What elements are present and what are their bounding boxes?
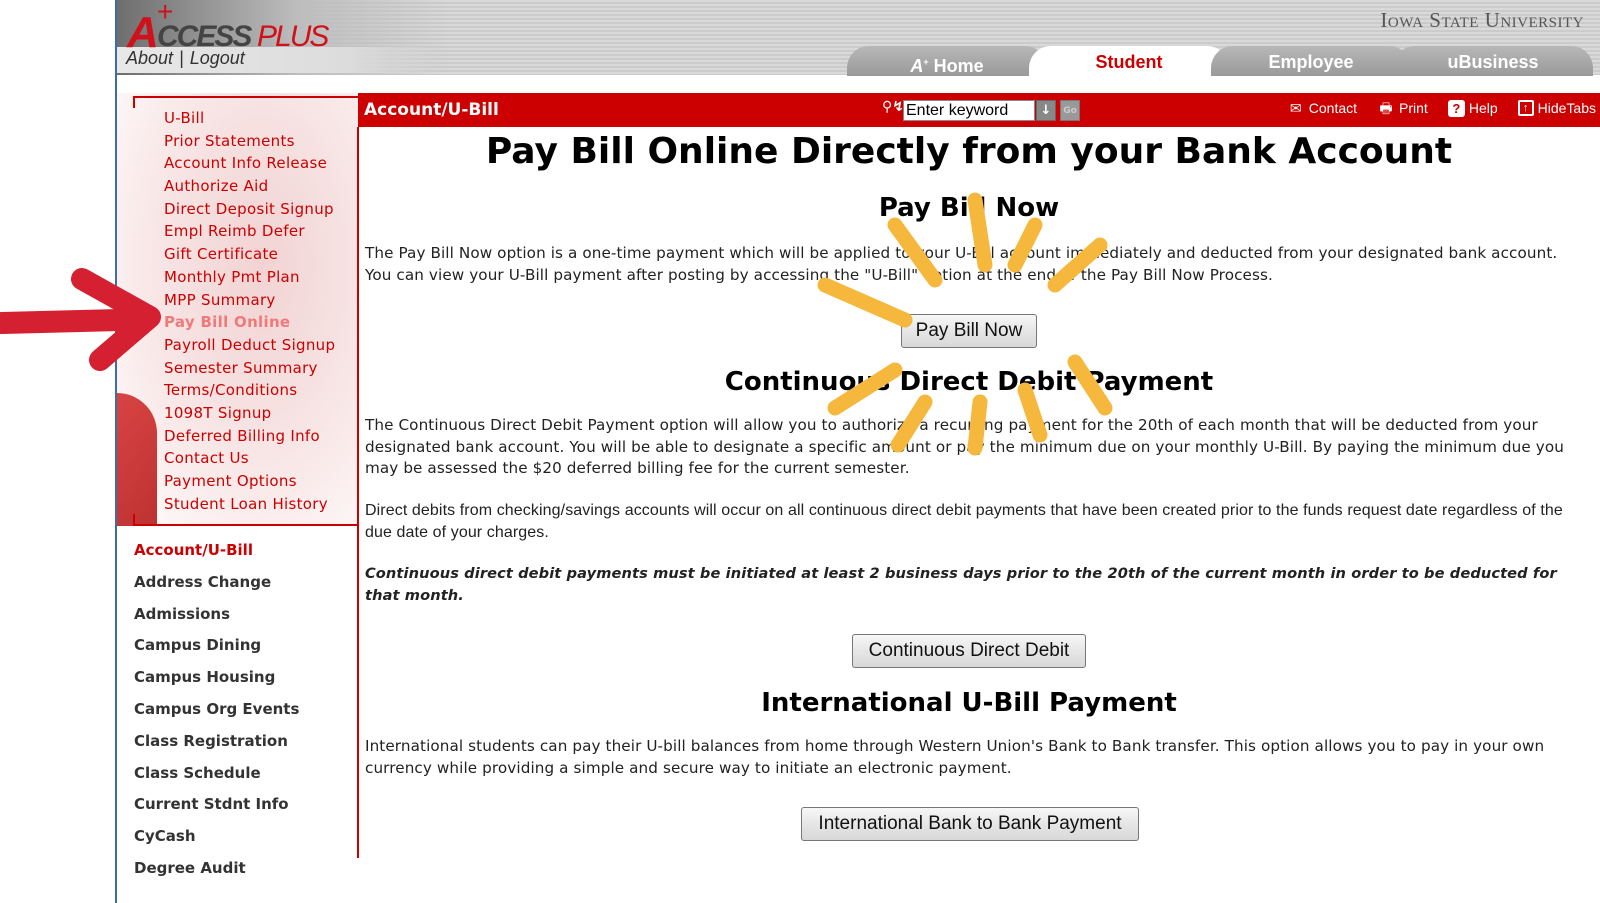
help-button[interactable]: ? Help <box>1447 99 1498 117</box>
section-title: Account/U-Bill <box>364 100 499 120</box>
envelope-icon: ✉ <box>1289 100 1302 116</box>
go-button[interactable]: Go <box>1060 100 1080 121</box>
sub-menu-item-contact-us[interactable]: Contact Us <box>164 447 335 470</box>
sub-menu-item-gift-certificate[interactable]: Gift Certificate <box>164 243 335 266</box>
sidebar-item-admissions[interactable]: Admissions <box>134 600 299 632</box>
plus-mark: + <box>923 57 929 67</box>
sidebar-item-degree-audit[interactable]: Degree Audit <box>134 854 299 886</box>
international-bank-payment-button[interactable]: International Bank to Bank Payment <box>801 807 1139 841</box>
sub-menu-item-prior-statements[interactable]: Prior Statements <box>164 130 335 153</box>
international-payment-description: International students can pay their U-b… <box>365 737 1545 777</box>
section-title-bar: Account/U-Bill ⚲↯ ↓ Go ✉ Contact 🖶 Print… <box>358 93 1600 127</box>
sub-menu-item-deferred-billing-info[interactable]: Deferred Billing Info <box>164 425 335 448</box>
a-plus-icon: A <box>910 56 924 76</box>
sidebar-item-campus-dining[interactable]: Campus Dining <box>134 631 299 663</box>
tab-label: uBusiness <box>1447 52 1539 72</box>
print-button[interactable]: 🖶 Print <box>1377 99 1428 117</box>
sidebar-item-class-schedule[interactable]: Class Schedule <box>134 759 299 791</box>
about-link[interactable]: About <box>126 48 173 68</box>
main-content: Pay Bill Online Directly from your Bank … <box>359 127 1600 903</box>
tab-ubusiness[interactable]: uBusiness <box>1393 46 1593 76</box>
sidebar-item-account-u-bill[interactable]: Account/U-Bill <box>134 536 299 568</box>
page-title: Pay Bill Online Directly from your Bank … <box>485 131 1453 172</box>
bracket-bottom <box>133 514 358 526</box>
action-label: Contact <box>1308 100 1358 116</box>
sidebar-item-address-change[interactable]: Address Change <box>134 568 299 600</box>
sidebar-item-class-registration[interactable]: Class Registration <box>134 727 299 759</box>
sidebar-item-current-stdnt-info[interactable]: Current Stdnt Info <box>134 790 299 822</box>
direct-debit-timing-note: Direct debits from checking/savings acco… <box>365 502 1563 541</box>
sub-menu-item-student-loan-history[interactable]: Student Loan History <box>164 493 335 516</box>
sub-menu-item-account-info-release[interactable]: Account Info Release <box>164 152 335 175</box>
sub-menu-item-semester-summary[interactable]: Semester Summary <box>164 357 335 380</box>
logo-plus-word: PLUS <box>257 20 329 53</box>
tab-label: Home <box>933 56 984 76</box>
action-label: Help <box>1468 100 1498 116</box>
keyword-dropdown-button[interactable]: ↓ <box>1036 100 1056 121</box>
site-header: A + CCESS PLUS About | Logout Iowa State U… <box>117 0 1600 92</box>
international-payment-heading: International U-Bill Payment <box>761 688 1177 718</box>
sub-menu-item-mpp-summary[interactable]: MPP Summary <box>164 289 335 312</box>
hide-tabs-icon: ↑ <box>1517 100 1534 116</box>
sub-menu-item-pay-bill-online[interactable]: Pay Bill Online <box>164 311 335 334</box>
printer-icon: 🖶 <box>1379 100 1393 116</box>
sub-menu-item-u-bill[interactable]: U-Bill <box>164 107 335 130</box>
sub-menu-item-authorize-aid[interactable]: Authorize Aid <box>164 175 335 198</box>
direct-debit-deadline-warning: Continuous direct debit payments must be… <box>365 565 1557 604</box>
main-menu: Account/U-Bill Address Change Admissions… <box>134 536 299 886</box>
continuous-direct-debit-button[interactable]: Continuous Direct Debit <box>852 634 1086 668</box>
red-arrow-annotation <box>0 268 161 371</box>
sub-menu-item-empl-reimb-defer[interactable]: Empl Reimb Defer <box>164 220 335 243</box>
logout-link[interactable]: Logout <box>190 48 245 68</box>
header-spacer <box>117 75 1600 92</box>
action-label: Print <box>1399 100 1428 116</box>
keyword-search-input[interactable] <box>903 100 1035 121</box>
arrow-shaft <box>0 309 131 334</box>
contact-button[interactable]: ✉ Contact <box>1287 99 1357 117</box>
tab-label: Employee <box>1268 52 1354 72</box>
key-icon: ⚲↯ <box>882 99 904 115</box>
sub-menu-item-direct-deposit-signup[interactable]: Direct Deposit Signup <box>164 198 335 221</box>
sub-menu: U-Bill Prior Statements Account Info Rel… <box>164 107 335 515</box>
tab-student[interactable]: Student <box>1029 46 1229 76</box>
link-separator: | <box>179 48 184 68</box>
pay-bill-now-button[interactable]: Pay Bill Now <box>901 314 1037 348</box>
header-links: About | Logout <box>126 48 245 69</box>
hide-tabs-button[interactable]: ↑ HideTabs <box>1517 99 1596 117</box>
continuous-direct-debit-description: The Continuous Direct Debit Payment opti… <box>365 416 1564 477</box>
title-actions: ✉ Contact 🖶 Print ? Help ↑ HideTabs <box>1287 99 1596 117</box>
sub-menu-item-payroll-deduct-signup[interactable]: Payroll Deduct Signup <box>164 334 335 357</box>
university-name: Iowa State University <box>1380 8 1584 32</box>
help-icon: ? <box>1447 99 1465 117</box>
sub-menu-item-payment-options[interactable]: Payment Options <box>164 470 335 493</box>
pay-bill-now-description: The Pay Bill Now option is a one-time pa… <box>365 244 1558 284</box>
sub-menu-item-1098t-signup[interactable]: 1098T Signup <box>164 402 335 425</box>
sidebar-item-cycash[interactable]: CyCash <box>134 822 299 854</box>
sidebar: U-Bill Prior Statements Account Info Rel… <box>117 93 358 903</box>
tab-employee[interactable]: Employee <box>1211 46 1411 76</box>
action-label: HideTabs <box>1537 100 1596 116</box>
sidebar-item-campus-housing[interactable]: Campus Housing <box>134 663 299 695</box>
tab-label: Student <box>1095 52 1163 72</box>
sub-menu-item-terms-conditions[interactable]: Terms/Conditions <box>164 379 335 402</box>
continuous-direct-debit-heading: Continuous Direct Debit Payment <box>724 367 1214 397</box>
tab-home[interactable]: A+ Home <box>847 46 1047 76</box>
pay-bill-now-heading: Pay Bill Now <box>878 193 1060 223</box>
sub-menu-item-monthly-pmt-plan[interactable]: Monthly Pmt Plan <box>164 266 335 289</box>
sidebar-item-campus-org-events[interactable]: Campus Org Events <box>134 695 299 727</box>
